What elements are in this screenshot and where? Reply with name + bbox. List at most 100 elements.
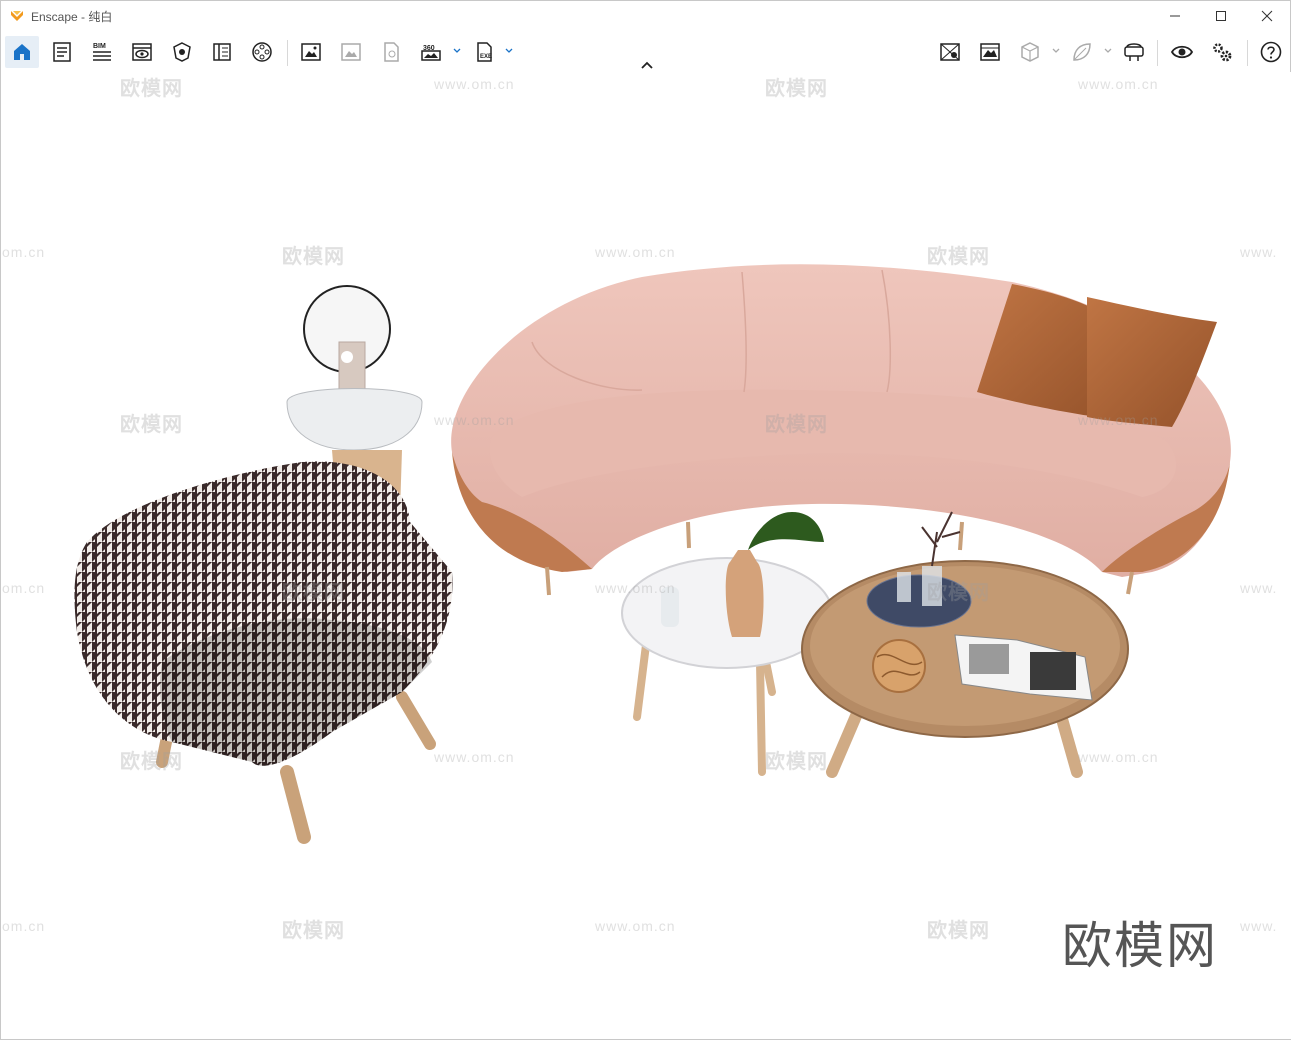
bim-button[interactable]: BIM	[85, 36, 119, 68]
screenshot-icon	[301, 43, 321, 61]
watermark-logo: 欧模网	[927, 582, 990, 604]
sofa-leg	[545, 566, 551, 596]
eye-window-icon	[132, 43, 152, 61]
eye-icon	[1170, 45, 1194, 59]
cube-icon	[1021, 42, 1039, 62]
armchair-leg	[396, 691, 436, 750]
rendering-settings-button[interactable]	[973, 36, 1007, 68]
watermark-url: www.om.cn	[1078, 749, 1159, 765]
watermark-url: www.	[1240, 244, 1278, 260]
exe-export-dropdown[interactable]	[504, 44, 514, 58]
exe-file-icon: EXE	[477, 42, 492, 62]
table-leg	[756, 658, 766, 776]
vegetation-button[interactable]	[1065, 36, 1099, 68]
marble-tabletop	[286, 388, 423, 451]
watermark-url: www.	[1240, 918, 1278, 934]
watermark-url: www.om.cn	[595, 244, 676, 260]
enscape-logo-icon	[11, 11, 23, 21]
watermark-logo: 欧模网	[765, 414, 828, 436]
svg-text:BIM: BIM	[93, 43, 106, 50]
lamp-bulb	[341, 351, 353, 363]
minimize-icon	[1170, 15, 1180, 17]
material-editor-button[interactable]	[245, 36, 279, 68]
magazine-photo	[1030, 652, 1076, 690]
minimize-button[interactable]	[1152, 1, 1198, 31]
vr-headset-button[interactable]	[1117, 36, 1151, 68]
watermark-url: www.om.cn	[434, 76, 515, 92]
watermark-url: www.	[1240, 580, 1278, 596]
file-export-icon	[384, 42, 399, 62]
panorama-dropdown[interactable]	[452, 44, 462, 58]
panorama-360-icon: 360	[421, 45, 441, 61]
close-button[interactable]	[1244, 1, 1290, 31]
watermark-logo: 欧模网	[927, 920, 990, 942]
chevron-down-icon	[453, 48, 461, 53]
toolbar-separator	[1157, 40, 1158, 66]
watermark-url: om.cn	[2, 580, 46, 596]
collapse-toolbar-chevron-icon[interactable]	[638, 59, 656, 71]
asset-library-button[interactable]	[205, 36, 239, 68]
armchair-seat-shadow	[160, 618, 432, 766]
magazine-photo	[969, 644, 1009, 674]
view-management-button[interactable]	[125, 36, 159, 68]
document-list-icon	[53, 42, 71, 62]
title-bar: Enscape - 纯白	[1, 1, 1290, 31]
watermark-logo: 欧模网	[765, 78, 828, 100]
watermark-logo: 欧模网	[120, 414, 183, 436]
watermark-logo: 欧模网	[282, 246, 345, 268]
map-pin-icon	[940, 43, 960, 61]
help-icon	[1260, 41, 1282, 63]
white-round-table	[621, 512, 833, 776]
watermark-logo: 欧模网	[120, 751, 183, 773]
app-window: Enscape - 纯白 BIM 360 EXE 欧模网 www.om.cn 欧…	[0, 0, 1291, 1040]
watermark-url: om.cn	[2, 918, 46, 934]
chevron-down-icon	[505, 48, 513, 53]
site-context-button[interactable]	[165, 36, 199, 68]
toolbar-separator	[287, 40, 288, 66]
watermark-url: www.om.cn	[1078, 76, 1159, 92]
watermark-logo: 欧模网	[282, 582, 345, 604]
watermark-url: www.om.cn	[434, 412, 515, 428]
gears-icon	[1213, 43, 1232, 62]
vegetation-dropdown[interactable]	[1103, 44, 1113, 58]
exe-export-button[interactable]: EXE	[467, 36, 501, 68]
watermark-url: www.om.cn	[434, 749, 515, 765]
maximize-button[interactable]	[1198, 1, 1244, 31]
map-settings-button[interactable]	[933, 36, 967, 68]
furniture-scene	[74, 264, 1231, 844]
table-leg	[633, 633, 651, 721]
toolbar-separator	[1247, 40, 1248, 66]
glass-jar	[897, 572, 911, 602]
close-icon	[1261, 10, 1273, 22]
section-cube-button[interactable]	[1013, 36, 1047, 68]
watermark-url: www.om.cn	[1078, 412, 1159, 428]
screenshot-button[interactable]	[294, 36, 328, 68]
panorama-button[interactable]: 360	[414, 36, 448, 68]
watermark-url: om.cn	[2, 244, 46, 260]
watermark-url: www.om.cn	[595, 580, 676, 596]
help-button[interactable]	[1254, 36, 1288, 68]
leaf-icon	[1073, 43, 1091, 61]
chevron-down-icon	[1052, 48, 1060, 53]
armchair-leg	[280, 765, 311, 844]
project-info-button[interactable]	[45, 36, 79, 68]
watermark-logo: 欧模网	[927, 246, 990, 268]
general-settings-button[interactable]	[1205, 36, 1239, 68]
vr-headset-icon	[1124, 43, 1144, 61]
image-icon	[341, 43, 361, 61]
table-leg	[1054, 706, 1083, 778]
section-cube-dropdown[interactable]	[1051, 44, 1061, 58]
shield-icon	[173, 42, 191, 62]
palette-icon	[252, 42, 272, 62]
visual-settings-button[interactable]	[1165, 36, 1199, 68]
batch-render-button[interactable]	[334, 36, 368, 68]
houndstooth-armchair	[74, 461, 453, 844]
export-file-button[interactable]	[374, 36, 408, 68]
home-button[interactable]	[5, 36, 39, 68]
render-viewport[interactable]: 欧模网 www.om.cn 欧模网 www.om.cn om.cn 欧模网 ww…	[2, 72, 1291, 1039]
bim-icon: BIM	[93, 43, 111, 61]
watermark-logo: 欧模网	[282, 920, 345, 942]
curved-sofa	[451, 264, 1231, 596]
watermark-url: www.om.cn	[595, 918, 676, 934]
library-icon	[213, 43, 231, 61]
